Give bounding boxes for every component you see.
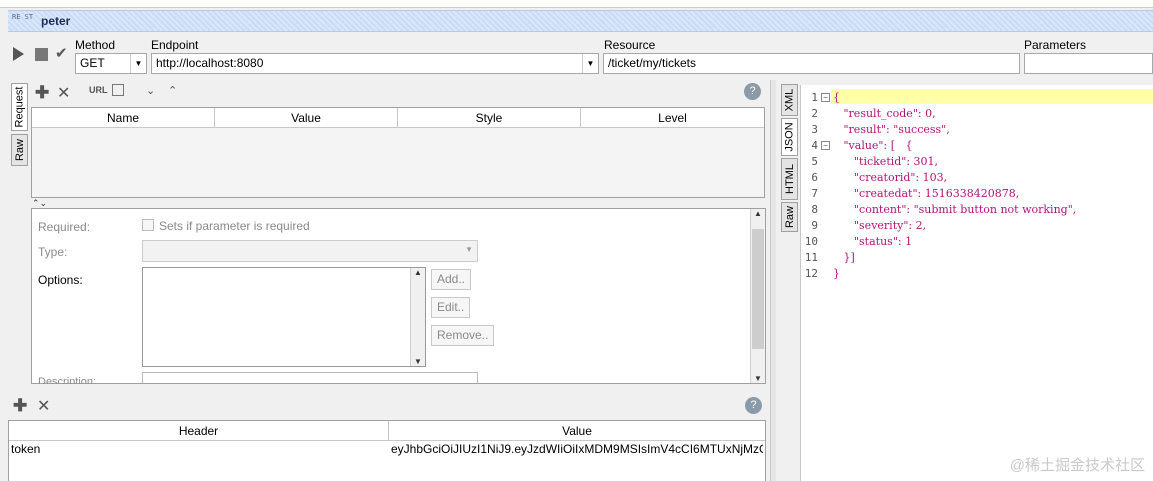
table-row[interactable]: token eyJhbGciOiJIUzI1NiJ9.eyJzdWIiOiIxM… xyxy=(9,441,765,459)
type-select[interactable]: ▼ xyxy=(142,240,478,262)
required-checkbox-label: Sets if parameter is required xyxy=(159,219,310,233)
json-line: "result_code": 0, xyxy=(833,107,936,120)
options-scrollbar[interactable]: ▲ ▼ xyxy=(410,268,425,366)
column-style[interactable]: Style xyxy=(398,108,581,128)
line-number: 3 xyxy=(811,123,818,136)
resource-label: Resource xyxy=(604,38,656,52)
chevron-down-icon[interactable]: ▼ xyxy=(130,54,146,73)
tab-raw-response[interactable]: Raw xyxy=(781,202,798,232)
headers-toolbar: ✚ ✕ ? xyxy=(8,395,766,417)
json-line: "severity": 2, xyxy=(833,219,927,232)
json-line: } xyxy=(833,267,840,280)
remove-header-icon[interactable]: ✕ xyxy=(37,396,50,416)
grid-icon[interactable] xyxy=(112,84,124,96)
column-name[interactable]: Name xyxy=(32,108,215,128)
options-list[interactable]: ▲ ▼ xyxy=(142,267,426,367)
line-number: 6 xyxy=(811,171,818,184)
json-line: "createdat": 1516338420878, xyxy=(833,187,1020,200)
parameters-label: Parameters xyxy=(1024,38,1087,52)
endpoint-input[interactable]: http://localhost:8080 ▼ xyxy=(151,53,599,74)
tab-html[interactable]: HTML xyxy=(781,158,798,200)
json-line: "status": 1 xyxy=(833,235,913,248)
description-label: Description: xyxy=(38,376,97,384)
json-line: "content": "submit button not working", xyxy=(833,203,1077,216)
json-line: "creatorid": 103, xyxy=(833,171,948,184)
add-header-icon[interactable]: ✚ xyxy=(13,396,27,416)
move-down-icon[interactable]: ⌄ xyxy=(146,84,155,97)
json-line: "ticketid": 301, xyxy=(833,155,939,168)
request-title-bar: RE ST peter xyxy=(8,10,1153,32)
remove-param-icon[interactable]: ✕ xyxy=(57,83,70,103)
headers-help-icon[interactable]: ? xyxy=(745,397,762,414)
line-number: 12 xyxy=(804,267,818,280)
line-number: 11 xyxy=(804,251,818,264)
json-line: { xyxy=(833,91,840,104)
window-top-strip xyxy=(0,0,1153,8)
add-param-icon[interactable]: ✚ xyxy=(35,83,49,103)
param-editor: Required: Sets if parameter is required … xyxy=(31,208,766,384)
resource-value: /ticket/my/tickets xyxy=(608,56,697,70)
column-value[interactable]: Value xyxy=(215,108,398,128)
parameters-input[interactable] xyxy=(1024,53,1153,74)
check-icon[interactable]: ✔ xyxy=(55,44,68,62)
fold-collapse-icon[interactable]: − xyxy=(821,141,830,150)
required-checkbox[interactable] xyxy=(142,219,154,231)
edit-option-button[interactable]: Edit.. xyxy=(431,297,471,318)
run-icon[interactable] xyxy=(13,47,24,61)
description-input[interactable] xyxy=(142,372,478,383)
line-number: 9 xyxy=(811,219,818,232)
fold-collapse-icon[interactable]: − xyxy=(821,93,830,102)
column-header[interactable]: Header xyxy=(9,421,389,441)
line-number: 8 xyxy=(811,203,818,216)
method-select[interactable]: GET ▼ xyxy=(75,53,147,74)
json-line: "result": "success", xyxy=(833,123,950,136)
move-up-icon[interactable]: ⌃ xyxy=(168,84,177,97)
required-label: Required: xyxy=(38,220,91,234)
line-number: 7 xyxy=(811,187,818,200)
pane-divider[interactable] xyxy=(770,80,776,481)
param-editor-scroll-thumb[interactable] xyxy=(752,229,764,349)
method-label: Method xyxy=(75,38,116,52)
params-table: Name Value Style Level xyxy=(31,107,765,198)
json-line: "value": [ { xyxy=(833,139,913,152)
column-level[interactable]: Level xyxy=(581,108,764,128)
request-toolbar: ✚ ✕ URL ⌄ ⌃ ? xyxy=(30,82,765,106)
type-chevron-down-icon[interactable]: ▼ xyxy=(465,245,473,254)
stop-icon[interactable] xyxy=(35,48,48,61)
options-label: Options: xyxy=(38,273,83,287)
headers-table: Header Value token eyJhbGciOiJIUzI1NiJ9.… xyxy=(8,420,766,481)
tab-request[interactable]: Request xyxy=(11,83,28,131)
resource-input[interactable]: /ticket/my/tickets xyxy=(603,53,1020,74)
line-number: 5 xyxy=(811,155,818,168)
tab-xml[interactable]: XML xyxy=(781,84,798,116)
type-label: Type: xyxy=(38,245,68,259)
column-header-value[interactable]: Value xyxy=(389,421,765,441)
endpoint-value: http://localhost:8080 xyxy=(156,56,264,70)
json-line: }] xyxy=(833,251,855,264)
line-number: 4 xyxy=(811,139,818,152)
rest-logo-icon: RE ST xyxy=(12,13,34,21)
param-editor-scrollbar[interactable]: ▲ ▼ xyxy=(750,209,765,383)
line-number: 1 xyxy=(811,91,818,104)
endpoint-dropdown-icon[interactable]: ▼ xyxy=(582,54,598,73)
tab-json[interactable]: JSON xyxy=(781,118,798,156)
line-number: 10 xyxy=(804,235,818,248)
watermark: @稀土掘金技术社区 xyxy=(1009,457,1145,474)
header-name-cell: token xyxy=(11,442,41,456)
add-option-button[interactable]: Add.. xyxy=(431,269,472,290)
request-name: peter xyxy=(41,14,71,28)
current-line-highlight xyxy=(831,89,1153,104)
header-value-cell: eyJhbGciOiJIUzI1NiJ9.eyJzdWIiOiIxMDM9MSI… xyxy=(391,442,763,456)
url-params-icon[interactable]: URL xyxy=(89,85,108,95)
tab-raw-request[interactable]: Raw xyxy=(11,134,28,166)
endpoint-label: Endpoint xyxy=(151,38,199,52)
help-icon[interactable]: ? xyxy=(744,83,761,100)
line-number: 2 xyxy=(811,107,818,120)
method-value: GET xyxy=(80,56,105,70)
remove-option-button[interactable]: Remove.. xyxy=(431,325,495,346)
